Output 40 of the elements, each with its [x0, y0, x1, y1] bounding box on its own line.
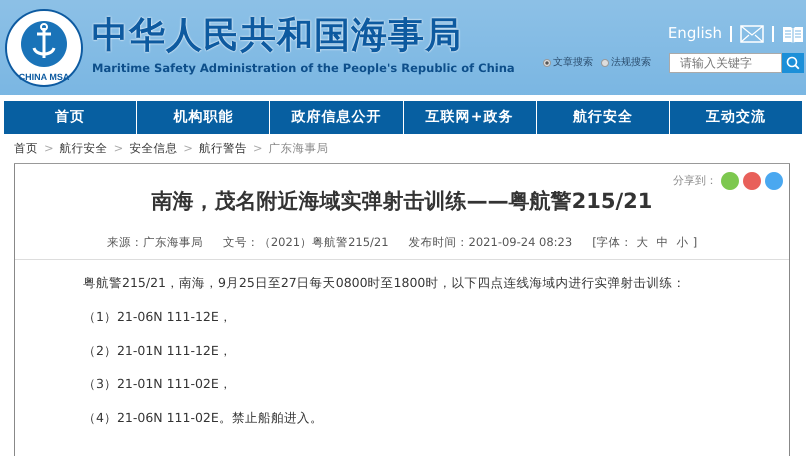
share-label: 分享到： — [673, 173, 717, 189]
nav-tab[interactable]: 政府信息公开 — [270, 101, 404, 134]
breadcrumb-separator: > — [44, 140, 54, 157]
article-paragraph: （4）21-06N 111-02E。禁止船舶进入。 — [83, 409, 324, 427]
search-icon — [786, 56, 800, 70]
site-title: 中华人民共和国海事局 — [92, 18, 463, 54]
search-field[interactable]: 请输入关键字 — [669, 52, 782, 73]
document-number: 文号：（2021）粤航警215/21 — [222, 234, 389, 251]
font-size-link[interactable]: 小 — [676, 234, 689, 249]
nav-tab[interactable]: 互动交流 — [670, 101, 802, 134]
nav-tab[interactable]: 机构职能 — [137, 101, 270, 134]
article-title: 南海，茂名附近海域实弹射击训练——粤航警215/21 — [150, 188, 654, 216]
radio-label[interactable]: 法规搜索 — [611, 55, 651, 70]
search-button[interactable] — [782, 52, 804, 73]
article-paragraph: （2）21-01N 111-12E， — [83, 342, 233, 360]
breadcrumb-link[interactable]: 安全信息 — [129, 140, 178, 158]
nav-tab[interactable]: 首页 — [4, 101, 138, 134]
breadcrumb-link[interactable]: 首页 — [14, 140, 38, 158]
bracket-text: ] — [692, 234, 698, 249]
source-text: 来源：广东海事局 — [106, 234, 203, 251]
radio-button[interactable] — [543, 58, 551, 67]
breadcrumb-separator: > — [183, 140, 193, 157]
breadcrumb-separator: > — [114, 140, 124, 157]
article-paragraph: 粤航警215/21，南海，9月25日至27日每天0800时至1800时，以下四点连线海域内进行实弹射击训练： — [83, 274, 686, 292]
article-paragraph: （3）21-01N 111-02E， — [83, 375, 233, 394]
breadcrumb-separator: > — [252, 140, 263, 157]
breadcrumb-link[interactable]: 航行安全 — [60, 140, 108, 158]
site-subtitle: Maritime Safety Administration of the People's Republic of China — [92, 60, 515, 77]
font-size-link[interactable]: 中 — [656, 234, 669, 249]
publish-time: 发布时间：2021-09-24 08:23 — [408, 234, 572, 251]
font-size-link[interactable]: 大 — [636, 234, 649, 249]
radio-button[interactable] — [601, 58, 609, 67]
article-paragraph: （1）21-06N 111-12E， — [83, 308, 233, 326]
breadcrumb-link[interactable]: 航行警告 — [198, 140, 247, 158]
breadcrumb-link[interactable]: 广东海事局 — [268, 140, 329, 158]
font-size-label: [字体： — [592, 234, 633, 249]
radio-label[interactable]: 文章搜索 — [553, 55, 593, 70]
nav-tab[interactable]: 互联网+政务 — [404, 101, 537, 134]
nav-tab[interactable]: 航行安全 — [536, 101, 670, 134]
mail-icon[interactable] — [740, 24, 764, 42]
